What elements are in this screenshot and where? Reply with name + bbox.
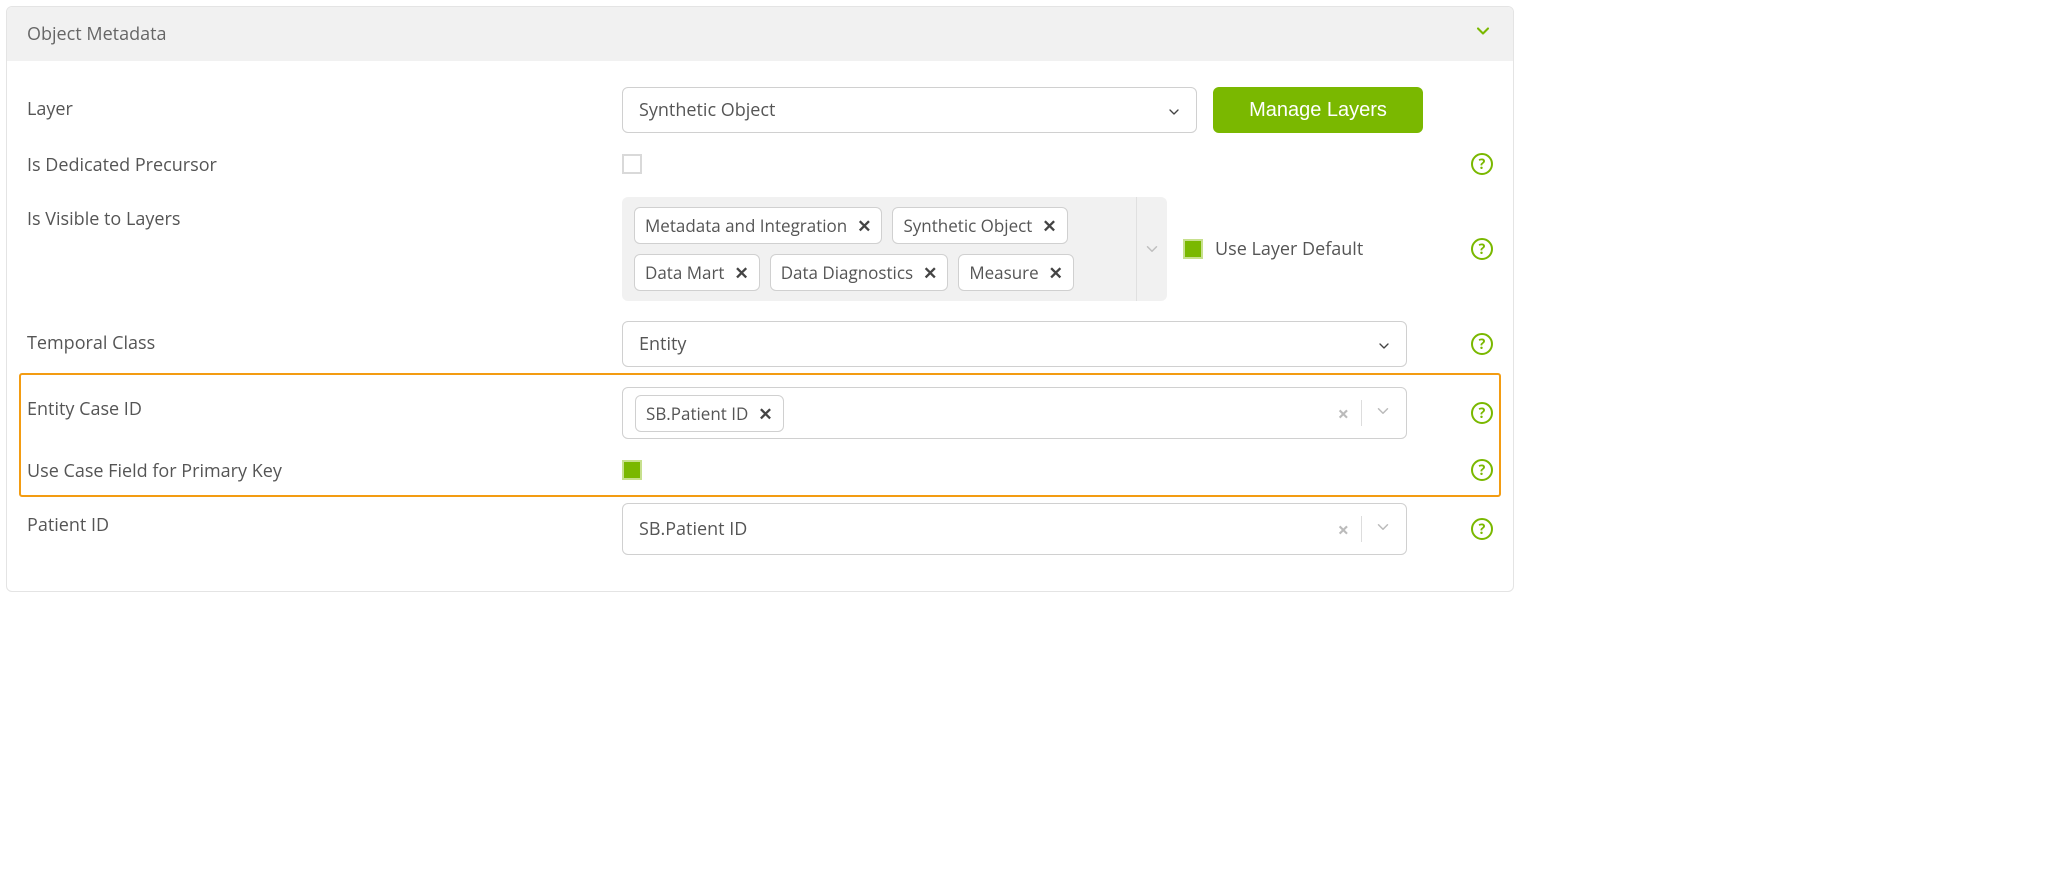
row-use-case-pk: Use Case Field for Primary Key ?: [27, 449, 1493, 493]
temporal-class-select[interactable]: Entity: [622, 321, 1407, 367]
patient-id-value: SB.Patient ID: [631, 517, 1328, 541]
row-entity-case-id: Entity Case ID SB.Patient ID✕ × ?: [27, 377, 1493, 449]
panel-body: Layer Synthetic Object Manage Layers Is …: [7, 61, 1513, 591]
help-icon[interactable]: ?: [1471, 333, 1493, 355]
token-item[interactable]: SB.Patient ID✕: [635, 395, 784, 432]
help-icon[interactable]: ?: [1471, 459, 1493, 481]
row-layer: Layer Synthetic Object Manage Layers: [27, 77, 1493, 143]
help-icon[interactable]: ?: [1471, 518, 1493, 540]
remove-tag-icon[interactable]: ✕: [1049, 261, 1063, 284]
label-patient-id: Patient ID: [27, 503, 622, 537]
entity-case-id-input[interactable]: SB.Patient ID✕ ×: [622, 387, 1407, 439]
label-use-case-pk: Use Case Field for Primary Key: [27, 459, 622, 483]
row-precursor: Is Dedicated Precursor ?: [27, 143, 1493, 187]
clear-icon[interactable]: ×: [1338, 516, 1349, 543]
tag-item[interactable]: Synthetic Object✕: [892, 207, 1067, 244]
divider: [1361, 400, 1362, 426]
help-icon[interactable]: ?: [1471, 153, 1493, 175]
label-entity-case-id: Entity Case ID: [27, 387, 622, 421]
tag-item[interactable]: Data Diagnostics✕: [770, 254, 949, 291]
use-layer-default-checkbox[interactable]: [1183, 239, 1203, 259]
chevron-down-icon: [1166, 102, 1182, 118]
remove-tag-icon[interactable]: ✕: [734, 261, 748, 284]
manage-layers-button[interactable]: Manage Layers: [1213, 87, 1423, 133]
temporal-class-value: Entity: [639, 332, 686, 356]
patient-id-input[interactable]: SB.Patient ID ×: [622, 503, 1407, 555]
label-temporal: Temporal Class: [27, 321, 622, 355]
panel-title: Object Metadata: [27, 22, 167, 46]
help-icon[interactable]: ?: [1471, 402, 1493, 424]
object-metadata-panel: Object Metadata Layer Synthetic Object M…: [6, 6, 1514, 592]
chevron-down-icon: [1376, 336, 1392, 352]
use-layer-default-label: Use Layer Default: [1215, 237, 1363, 261]
help-icon[interactable]: ?: [1471, 238, 1493, 260]
row-temporal: Temporal Class Entity ?: [27, 311, 1493, 377]
layer-select[interactable]: Synthetic Object: [622, 87, 1197, 133]
label-visible: Is Visible to Layers: [27, 197, 622, 231]
tag-item[interactable]: Metadata and Integration✕: [634, 207, 882, 244]
layer-select-value: Synthetic Object: [639, 98, 775, 122]
collapse-icon[interactable]: [1473, 21, 1493, 47]
remove-tag-icon[interactable]: ✕: [857, 214, 871, 237]
tagbox-expand-icon[interactable]: [1136, 197, 1167, 301]
remove-token-icon[interactable]: ✕: [758, 402, 772, 425]
use-case-pk-checkbox[interactable]: [622, 460, 642, 480]
chevron-down-icon[interactable]: [1374, 402, 1392, 425]
divider: [1361, 516, 1362, 542]
row-patient-id: Patient ID SB.Patient ID × ?: [27, 493, 1493, 565]
chevron-down-icon[interactable]: [1374, 518, 1392, 541]
clear-icon[interactable]: ×: [1338, 400, 1349, 427]
panel-header[interactable]: Object Metadata: [7, 7, 1513, 61]
tag-item[interactable]: Data Mart✕: [634, 254, 760, 291]
precursor-checkbox[interactable]: [622, 154, 642, 174]
row-visible: Is Visible to Layers Metadata and Integr…: [27, 187, 1493, 311]
visible-layers-tagbox[interactable]: Metadata and Integration✕ Synthetic Obje…: [622, 197, 1167, 301]
label-precursor: Is Dedicated Precursor: [27, 153, 622, 177]
remove-tag-icon[interactable]: ✕: [923, 261, 937, 284]
remove-tag-icon[interactable]: ✕: [1042, 214, 1056, 237]
label-layer: Layer: [27, 87, 622, 121]
tag-item[interactable]: Measure✕: [958, 254, 1074, 291]
